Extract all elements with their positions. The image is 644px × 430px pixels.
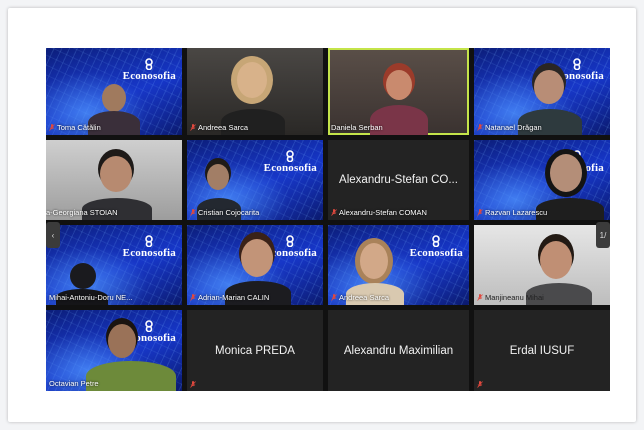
brand-logo: Econosofia [123, 58, 176, 82]
participant-name [477, 381, 483, 388]
econosofia-icon [286, 150, 295, 162]
mic-muted-icon [477, 124, 483, 131]
participant-video [100, 156, 132, 192]
participant-name: Andreea Sarca [190, 123, 248, 132]
next-page-button[interactable]: 1/ [596, 222, 610, 248]
econosofia-icon [573, 58, 582, 70]
participant-name: Octavian Petre [49, 379, 99, 388]
mic-muted-icon [331, 294, 337, 301]
participant-tile-active-speaker[interactable]: Daniela Serban [328, 48, 469, 135]
participant-display-name: Monica PREDA [215, 344, 295, 357]
chevron-left-icon: ‹ [51, 230, 55, 240]
brand-logo: Econosofia [410, 235, 463, 259]
mic-muted-icon [190, 294, 196, 301]
mic-muted-icon [477, 209, 483, 216]
brand-logo: Econosofia [123, 235, 176, 259]
prev-page-button[interactable]: ‹ [46, 222, 60, 248]
participant-tile[interactable]: Econosofia Toma Cătălin [46, 48, 182, 135]
participant-tile[interactable]: Econosofia Adrian-Marian CALIN [187, 225, 323, 305]
participant-tile[interactable]: Erdal IUSUF [474, 310, 610, 391]
video-gallery: Econosofia Toma Cătălin Andreea Sarca Da… [46, 48, 610, 391]
participant-tile[interactable]: Andreea Sarca [187, 48, 323, 135]
participant-name: Toma Cătălin [49, 123, 101, 132]
participant-name [190, 381, 196, 388]
participant-body [86, 361, 176, 391]
participant-tile[interactable]: Econosofia Andreea Sarca [328, 225, 469, 305]
participant-video [386, 70, 412, 100]
participant-tile[interactable]: Econosofia Natanael Drăgan [474, 48, 610, 135]
participant-display-name: Alexandru-Stefan CO... [339, 174, 458, 186]
mic-muted-icon [190, 381, 196, 388]
participant-display-name: Erdal IUSUF [509, 344, 575, 357]
participant-video [540, 241, 572, 279]
brand-logo-text: Econosofia [409, 247, 463, 259]
participant-tile[interactable]: Monica PREDA [187, 310, 323, 391]
participant-video [102, 84, 126, 112]
participant-tile[interactable]: Econosofia Mihai-Antoniu-Doru NE... [46, 225, 182, 305]
participant-video [70, 263, 96, 289]
participant-tile[interactable]: Econosofia Octavian Petre [46, 310, 182, 391]
econosofia-icon [145, 320, 154, 332]
participant-name: Andreea Sarca [331, 293, 389, 302]
participant-tile[interactable]: Econosofia Cristian Cojocarita [187, 140, 323, 220]
mic-muted-icon [190, 209, 196, 216]
brand-logo-text: Econosofia [122, 70, 176, 82]
participant-name: Adrian-Marian CALIN [190, 293, 269, 302]
mic-muted-icon [49, 124, 55, 131]
participant-tile[interactable]: a-Georgiana STOIAN [46, 140, 182, 220]
participant-tile[interactable]: Econosofia Razvan Lazarescu [474, 140, 610, 220]
econosofia-icon [145, 58, 154, 70]
participant-video [360, 243, 388, 279]
participant-name: Cristian Cojocarita [190, 208, 259, 217]
econosofia-icon [432, 235, 441, 247]
participant-name: Razvan Lazarescu [477, 208, 547, 217]
econosofia-icon [286, 235, 295, 247]
participant-name: Manjineanu Mihai [477, 293, 544, 302]
brand-logo: Econosofia [264, 150, 317, 174]
participant-video [534, 70, 564, 104]
participant-display-name: Alexandru Maximilian [343, 344, 454, 357]
participant-name: Daniela Serban [331, 123, 383, 132]
page-indicator: 1/ [599, 230, 607, 240]
mic-muted-icon [190, 124, 196, 131]
participant-video [550, 154, 582, 192]
participant-video [237, 62, 267, 98]
mic-muted-icon [477, 294, 483, 301]
participant-name: Natanael Drăgan [477, 123, 542, 132]
econosofia-icon [145, 235, 154, 247]
mic-muted-icon [331, 209, 337, 216]
brand-logo-text: Econosofia [263, 162, 317, 174]
participant-tile[interactable]: Alexandru-Stefan CO... Alexandru-Stefan … [328, 140, 469, 220]
participant-name: a-Georgiana STOIAN [46, 208, 118, 217]
participant-tile[interactable]: Alexandru Maximilian [328, 310, 469, 391]
brand-logo-text: Econosofia [122, 247, 176, 259]
participant-name: Alexandru-Stefan COMAN [331, 208, 427, 217]
mic-muted-icon [477, 381, 483, 388]
participant-video [241, 239, 273, 277]
participant-video [207, 164, 229, 190]
participant-name: Mihai-Antoniu-Doru NE... [49, 293, 133, 302]
participant-tile[interactable]: Manjineanu Mihai [474, 225, 610, 305]
participant-video [108, 324, 136, 358]
